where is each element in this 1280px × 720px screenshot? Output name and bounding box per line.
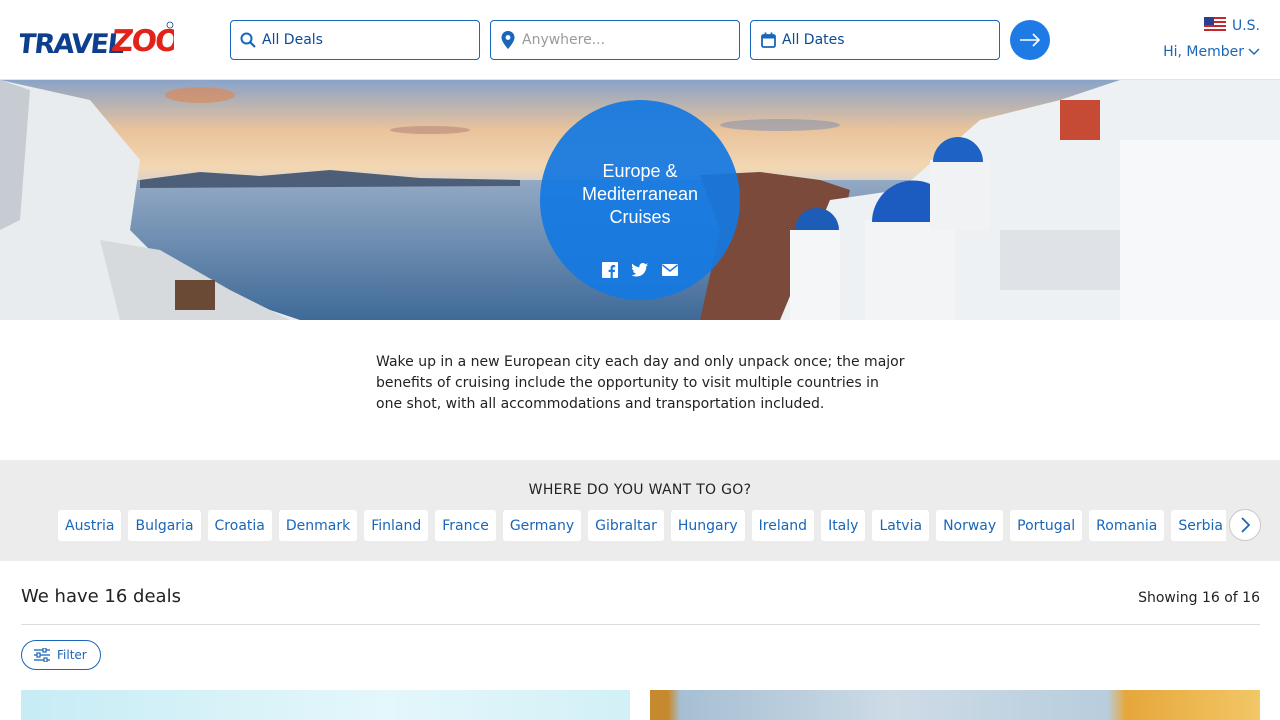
member-label: Hi, Member [1163,44,1244,60]
destination-filter-band: WHERE DO YOU WANT TO GO? Austria Bulgaria… [0,460,1280,561]
locale-label: U.S. [1231,18,1260,34]
dates-field[interactable]: All Dates [750,20,1000,60]
country-chip[interactable]: Hungary [670,510,745,541]
deal-card-image[interactable] [21,690,630,720]
country-chip[interactable]: Latvia [872,510,930,541]
search-icon [239,31,257,49]
filter-button[interactable]: Filter [21,640,101,670]
deals-search-field[interactable]: All Deals [230,20,480,60]
calendar-icon [759,31,777,49]
location-pin-icon [499,31,517,49]
country-chip[interactable]: France [435,510,496,541]
hero-banner: Europe & Mediterranean Cruises [0,80,1280,320]
country-chip[interactable]: Serbia [1171,510,1226,541]
chips-next-button[interactable] [1229,509,1261,541]
hero-title-badge: Europe & Mediterranean Cruises [540,100,740,300]
category-description: Wake up in a new European city each day … [376,354,905,412]
dates-field-value: All Dates [782,32,845,48]
share-links [540,262,740,278]
locale-selector[interactable]: U.S. [1203,17,1260,35]
destination-placeholder: Anywhere... [522,32,606,48]
filter-label: Filter [57,648,87,662]
svg-text:ZOO: ZOO [110,24,174,59]
travelzoo-logo[interactable]: TRAVEL ZOO [16,20,182,60]
chevron-right-icon [1241,517,1250,533]
facebook-icon[interactable] [602,262,618,278]
country-chip[interactable]: Germany [502,510,582,541]
search-submit-button[interactable] [1010,20,1050,60]
country-chip[interactable]: Italy [821,510,866,541]
country-chip[interactable]: Croatia [207,510,272,541]
deals-count-heading: We have 16 deals [21,586,181,607]
sliders-icon [34,648,50,662]
deal-card-image[interactable] [650,690,1260,720]
country-chip[interactable]: Denmark [278,510,358,541]
country-chip-list: Austria Bulgaria Croatia Denmark Finland Fran… [58,510,1226,542]
country-chip[interactable]: Portugal [1010,510,1083,541]
destination-input[interactable]: Anywhere... [490,20,740,60]
country-chip[interactable]: Finland [364,510,429,541]
site-header: TRAVEL ZOO All Deals Anywhere... All Dat… [0,0,1280,80]
country-chip[interactable]: Austria [58,510,122,541]
showing-count: Showing 16 of 16 [1138,590,1260,606]
where-heading: WHERE DO YOU WANT TO GO? [528,482,752,498]
country-chip[interactable]: Romania [1089,510,1165,541]
mail-icon[interactable] [662,262,678,278]
page-title: Europe & Mediterranean Cruises [581,161,699,227]
country-chip[interactable]: Ireland [751,510,815,541]
chevron-down-icon [1248,48,1260,55]
section-divider [21,624,1260,625]
member-menu[interactable]: Hi, Member [1163,44,1260,60]
country-chip[interactable]: Gibraltar [588,510,664,541]
deals-field-value: All Deals [262,32,323,48]
country-chip[interactable]: Bulgaria [128,510,201,541]
us-flag-icon [1203,17,1226,35]
arrow-right-icon [1020,33,1041,47]
country-chip[interactable]: Norway [936,510,1004,541]
twitter-icon[interactable] [632,262,648,278]
